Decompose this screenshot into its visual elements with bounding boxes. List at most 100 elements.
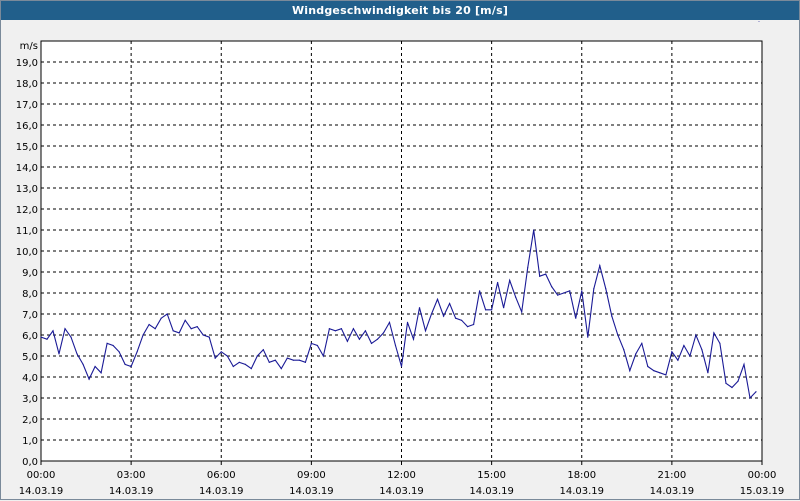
x-tick-date-label: 14.03.19	[289, 486, 334, 497]
data-point	[148, 323, 150, 326]
data-point	[292, 359, 294, 361]
x-tick-time-label: 00:00	[27, 470, 56, 481]
data-point	[400, 365, 403, 368]
data-point	[250, 368, 252, 370]
data-point	[322, 355, 324, 357]
data-point	[124, 363, 126, 365]
y-tick-label: 3,0	[22, 394, 38, 405]
x-tick-date-label: 14.03.19	[199, 486, 244, 497]
data-point	[418, 307, 421, 309]
y-tick-label: 7,0	[22, 310, 38, 321]
data-point	[617, 334, 619, 336]
data-point	[448, 302, 451, 305]
data-point	[731, 386, 733, 389]
data-point	[743, 363, 745, 365]
data-point	[202, 334, 204, 336]
data-point	[286, 357, 288, 359]
x-tick-time-label: 15:00	[477, 470, 506, 481]
data-point	[527, 267, 529, 269]
data-point	[707, 372, 709, 374]
data-point	[611, 315, 613, 317]
data-point	[635, 353, 637, 355]
y-tick-label: 18,0	[16, 79, 38, 90]
data-point	[545, 273, 547, 275]
data-point	[533, 229, 535, 231]
data-point	[695, 334, 697, 336]
data-point	[737, 380, 739, 382]
y-tick-label: 16,0	[16, 121, 38, 132]
data-point	[118, 351, 120, 353]
data-point	[683, 344, 685, 347]
chart-window: Windgeschwindigkeit bis 20 [m/s] 0,0 1,0 2…	[0, 0, 800, 500]
y-tick-label: 5,0	[22, 352, 38, 363]
data-point	[689, 355, 691, 357]
x-tick-time-label: 12:00	[387, 470, 416, 481]
data-point	[346, 340, 349, 342]
y-tick-label: 11,0	[16, 226, 38, 237]
data-point	[232, 365, 234, 368]
data-point	[605, 288, 607, 290]
data-point	[755, 391, 757, 393]
data-point	[166, 313, 168, 315]
data-point	[208, 336, 210, 338]
data-point	[88, 378, 90, 380]
data-point	[454, 317, 457, 319]
data-point	[40, 336, 42, 338]
data-point	[436, 298, 439, 300]
data-point	[713, 332, 715, 334]
x-tick-time-label: 21:00	[657, 470, 686, 481]
data-point	[394, 344, 397, 347]
data-point	[106, 342, 108, 344]
data-point	[190, 328, 192, 330]
data-point	[82, 363, 84, 365]
data-point	[460, 319, 463, 321]
data-point	[310, 342, 312, 344]
x-tick-date-label: 14.03.19	[469, 486, 514, 497]
y-tick-label: 8,0	[22, 289, 38, 300]
data-point	[130, 365, 132, 368]
x-tick-time-label: 06:00	[207, 470, 236, 481]
data-point	[94, 365, 96, 368]
data-point	[364, 330, 367, 332]
data-point	[100, 372, 102, 374]
data-point	[52, 330, 54, 332]
data-point	[328, 328, 330, 330]
y-tick-label: 19,0	[16, 58, 38, 69]
y-tick-label: 1,0	[22, 436, 38, 447]
data-point	[485, 309, 487, 311]
data-point	[551, 286, 553, 288]
data-point	[406, 321, 409, 323]
data-point	[172, 330, 174, 332]
x-tick-time-label: 09:00	[297, 470, 326, 481]
data-point	[382, 332, 385, 334]
wind-speed-chart: 0,0 1,0 2,0 3,0 4,0 5,0 6,0 7,0 8,0 9,0 10,0 11,0 12…	[16, 21, 785, 497]
y-tick-label: 0,0	[22, 457, 38, 468]
data-point	[653, 370, 655, 372]
y-tick-label: 9,0	[22, 268, 38, 279]
data-point	[557, 294, 559, 296]
data-point	[136, 351, 138, 353]
data-point	[430, 313, 433, 315]
data-point	[466, 326, 469, 328]
data-point	[479, 290, 481, 292]
data-point	[758, 21, 760, 22]
data-point	[274, 359, 276, 361]
data-point	[370, 342, 373, 344]
data-point	[352, 328, 355, 330]
data-point	[340, 328, 343, 330]
x-tick-date-label: 14.03.19	[19, 486, 64, 497]
x-tick-date-label: 15.03.19	[740, 486, 785, 497]
data-point	[647, 365, 649, 368]
data-point	[677, 359, 679, 361]
data-point	[491, 309, 493, 311]
data-point	[214, 357, 216, 359]
y-tick-label: 15,0	[16, 142, 38, 153]
data-point	[244, 363, 246, 365]
data-point	[424, 330, 427, 332]
data-point	[316, 344, 318, 347]
data-point	[473, 323, 475, 326]
data-point	[154, 328, 156, 330]
data-point	[442, 315, 445, 317]
data-point	[220, 351, 222, 353]
data-point	[665, 374, 667, 376]
